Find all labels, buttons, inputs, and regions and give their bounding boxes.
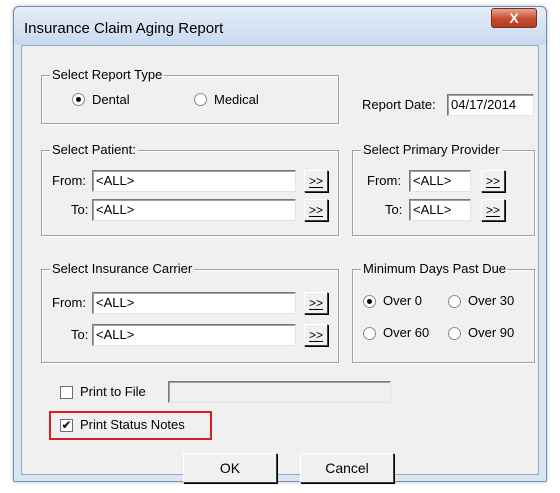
report-date-field[interactable]: 04/17/2014 bbox=[447, 94, 534, 116]
dialog-title: Insurance Claim Aging Report bbox=[24, 20, 224, 37]
ok-button[interactable]: OK bbox=[183, 453, 277, 483]
patient-to-lookup-button[interactable]: >> bbox=[304, 199, 328, 221]
dialog-window: Insurance Claim Aging Report X Select Re… bbox=[13, 6, 547, 483]
medical-radio[interactable] bbox=[194, 93, 207, 106]
lookup-icon: >> bbox=[308, 174, 323, 188]
over-30-radio[interactable] bbox=[448, 295, 461, 308]
over-60-radio[interactable] bbox=[363, 327, 376, 340]
patient-group: Select Patient: From: <ALL> >> To: <ALL>… bbox=[41, 142, 339, 236]
close-button[interactable]: X bbox=[491, 8, 537, 28]
carrier-from-lookup-button[interactable]: >> bbox=[304, 292, 328, 314]
over-90-label: Over 90 bbox=[468, 325, 515, 340]
dental-label: Dental bbox=[92, 92, 130, 107]
provider-to-lookup-button[interactable]: >> bbox=[481, 199, 505, 221]
patient-from-field[interactable]: <ALL> bbox=[92, 170, 296, 192]
patient-from-label: From: bbox=[52, 173, 86, 188]
provider-from-label: From: bbox=[367, 173, 401, 188]
carrier-to-lookup-button[interactable]: >> bbox=[304, 324, 328, 346]
provider-legend: Select Primary Provider bbox=[361, 142, 502, 158]
lookup-icon: >> bbox=[485, 174, 500, 188]
dental-radio[interactable] bbox=[72, 93, 85, 106]
patient-from-lookup-button[interactable]: >> bbox=[304, 170, 328, 192]
lookup-icon: >> bbox=[308, 203, 323, 217]
days-past-due-legend: Minimum Days Past Due bbox=[361, 261, 509, 277]
days-past-due-group: Minimum Days Past Due Over 0 Over 30 Ove… bbox=[352, 261, 535, 363]
close-icon: X bbox=[509, 10, 519, 26]
provider-to-label: To: bbox=[385, 202, 403, 217]
patient-legend: Select Patient: bbox=[50, 142, 138, 158]
print-status-notes-checkbox[interactable]: ✔ bbox=[60, 419, 73, 432]
print-to-file-label: Print to File bbox=[80, 384, 146, 399]
carrier-legend: Select Insurance Carrier bbox=[50, 261, 195, 277]
patient-to-label: To: bbox=[71, 202, 89, 217]
report-type-legend: Select Report Type bbox=[50, 67, 165, 83]
cancel-button[interactable]: Cancel bbox=[300, 453, 394, 483]
title-bar[interactable]: Insurance Claim Aging Report X bbox=[14, 7, 546, 45]
dialog-body: Select Report Type Dental Medical Report… bbox=[21, 45, 539, 483]
patient-to-field[interactable]: <ALL> bbox=[92, 199, 296, 221]
provider-to-field[interactable]: <ALL> bbox=[409, 199, 471, 221]
over-90-radio[interactable] bbox=[448, 327, 461, 340]
provider-from-field[interactable]: <ALL> bbox=[409, 170, 471, 192]
carrier-to-label: To: bbox=[71, 327, 89, 342]
provider-from-lookup-button[interactable]: >> bbox=[481, 170, 505, 192]
print-to-file-path-field[interactable] bbox=[168, 381, 391, 403]
over-30-label: Over 30 bbox=[468, 293, 515, 308]
print-to-file-checkbox[interactable] bbox=[60, 386, 73, 399]
carrier-group: Select Insurance Carrier From: <ALL> >> … bbox=[41, 261, 339, 363]
medical-label: Medical bbox=[214, 92, 259, 107]
over-0-label: Over 0 bbox=[383, 293, 423, 308]
report-date-label: Report Date: bbox=[362, 97, 436, 112]
over-0-radio[interactable] bbox=[363, 295, 376, 308]
carrier-from-label: From: bbox=[52, 295, 86, 310]
print-status-notes-label: Print Status Notes bbox=[80, 417, 185, 432]
lookup-icon: >> bbox=[308, 296, 323, 310]
lookup-icon: >> bbox=[485, 203, 500, 217]
provider-group: Select Primary Provider From: <ALL> >> T… bbox=[352, 142, 535, 236]
checkmark-icon: ✔ bbox=[61, 418, 72, 432]
report-type-group: Select Report Type Dental Medical bbox=[41, 67, 339, 124]
lookup-icon: >> bbox=[308, 328, 323, 342]
carrier-from-field[interactable]: <ALL> bbox=[92, 292, 296, 314]
over-60-label: Over 60 bbox=[383, 325, 430, 340]
carrier-to-field[interactable]: <ALL> bbox=[92, 324, 296, 346]
